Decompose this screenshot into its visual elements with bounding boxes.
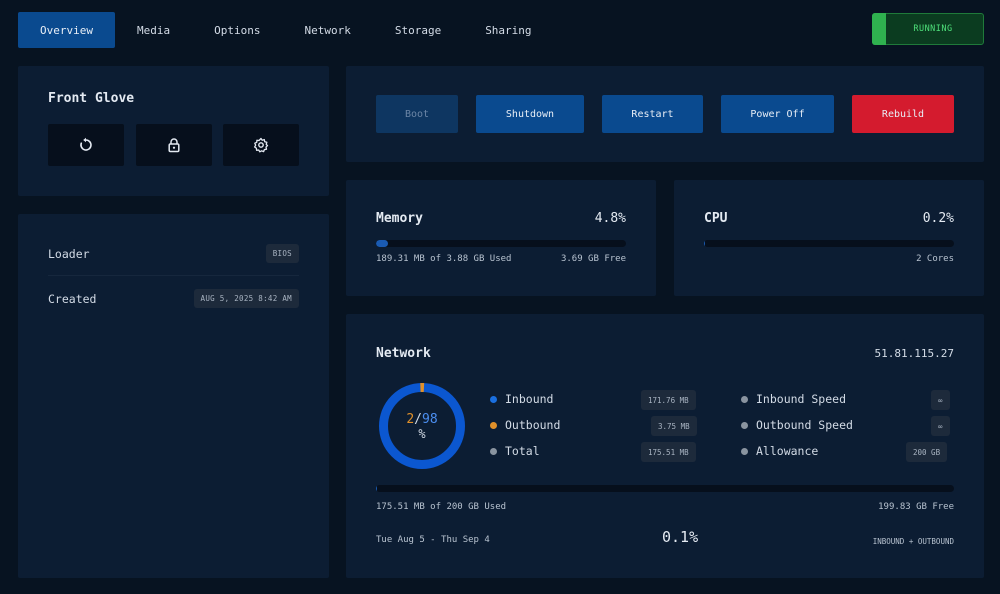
usage-scope: INBOUND + OUTBOUND bbox=[872, 537, 954, 546]
memory-progress-track bbox=[376, 240, 626, 247]
donut-label: 2/98 % bbox=[378, 382, 466, 470]
memory-progress-fill bbox=[376, 240, 388, 247]
vm-info-card: Loader BIOS Created AUG 5, 2025 8:42 AM bbox=[18, 214, 329, 578]
inbound-value: 171.76 MB bbox=[641, 390, 696, 410]
network-usage-track bbox=[376, 485, 954, 492]
memory-used: 189.31 MB of 3.88 GB Used bbox=[376, 254, 512, 264]
cpu-percent: 0.2% bbox=[922, 211, 954, 226]
memory-percent: 4.8% bbox=[594, 211, 626, 226]
cpu-progress-fill bbox=[704, 240, 705, 247]
cpu-title: CPU bbox=[704, 211, 728, 226]
vm-card: Front Glove bbox=[18, 66, 329, 196]
network-usage-percent: 0.1% bbox=[662, 528, 699, 546]
rebuild-button[interactable]: Rebuild bbox=[852, 95, 954, 133]
status-indicator bbox=[872, 13, 886, 45]
network-title: Network bbox=[376, 346, 431, 361]
cpu-cores: 2 Cores bbox=[916, 254, 954, 264]
gear-icon-button[interactable] bbox=[223, 124, 299, 166]
legend-outbound-speed: Outbound Speed bbox=[741, 418, 853, 432]
allowance-value: 200 GB bbox=[906, 442, 948, 462]
inbound-dot bbox=[490, 395, 497, 403]
total-label: Total bbox=[505, 444, 540, 458]
lock-icon bbox=[168, 138, 180, 153]
allowance-dot bbox=[741, 447, 748, 455]
inbound-speed-value: ∞ bbox=[931, 390, 950, 410]
loader-value: BIOS bbox=[265, 244, 299, 263]
info-row-loader: Loader BIOS bbox=[48, 231, 299, 276]
inbound-speed-dot bbox=[741, 395, 748, 403]
memory-card: Memory 4.8% 189.31 MB of 3.88 GB Used 3.… bbox=[346, 180, 656, 296]
outbound-speed-value: ∞ bbox=[931, 416, 950, 436]
gear-icon bbox=[253, 137, 269, 153]
restart-icon bbox=[80, 137, 92, 151]
status-badge: RUNNING bbox=[872, 13, 984, 45]
info-row-created: Created AUG 5, 2025 8:42 AM bbox=[48, 276, 299, 321]
tab-options[interactable]: Options bbox=[192, 12, 282, 48]
outbound-dot bbox=[490, 421, 497, 429]
tab-storage[interactable]: Storage bbox=[373, 12, 463, 48]
power-off-button[interactable]: Power Off bbox=[721, 95, 834, 133]
legend-inbound: Inbound bbox=[490, 392, 553, 406]
donut-remaining-value: 98 bbox=[422, 411, 438, 427]
loader-label: Loader bbox=[48, 246, 90, 261]
legend-total: Total bbox=[490, 444, 540, 458]
power-actions-card: Boot Shutdown Restart Power Off Rebuild bbox=[346, 66, 984, 162]
tab-overview[interactable]: Overview bbox=[18, 12, 115, 48]
donut-unit: % bbox=[418, 426, 426, 441]
status-label: RUNNING bbox=[913, 24, 953, 34]
outbound-speed-label: Outbound Speed bbox=[756, 418, 853, 432]
created-value: AUG 5, 2025 8:42 AM bbox=[193, 289, 299, 308]
cpu-card: CPU 0.2% 2 Cores bbox=[674, 180, 984, 296]
billing-period: Tue Aug 5 - Thu Sep 4 bbox=[376, 535, 490, 545]
network-card: Network 51.81.115.27 2/98 % Inbound 171.… bbox=[346, 314, 984, 578]
legend-outbound: Outbound bbox=[490, 418, 560, 432]
inbound-label: Inbound bbox=[505, 392, 554, 406]
outbound-label: Outbound bbox=[505, 418, 561, 432]
network-free-text: 199.83 GB Free bbox=[878, 502, 954, 512]
cpu-progress-track bbox=[704, 240, 954, 247]
network-ip: 51.81.115.27 bbox=[874, 347, 954, 360]
top-nav: Overview Media Options Network Storage S… bbox=[18, 12, 554, 48]
outbound-value: 3.75 MB bbox=[651, 416, 697, 436]
legend-allowance: Allowance bbox=[741, 444, 818, 458]
total-dot bbox=[490, 447, 497, 455]
allowance-label: Allowance bbox=[756, 444, 819, 458]
lock-icon-button[interactable] bbox=[136, 124, 212, 166]
tab-media[interactable]: Media bbox=[115, 12, 192, 48]
created-label: Created bbox=[48, 291, 97, 306]
donut-used-value: 2 bbox=[406, 411, 415, 427]
network-used-text: 175.51 MB of 200 GB Used bbox=[376, 502, 507, 512]
boot-button[interactable]: Boot bbox=[376, 95, 458, 133]
total-value: 175.51 MB bbox=[641, 442, 696, 462]
legend-inbound-speed: Inbound Speed bbox=[741, 392, 846, 406]
tab-sharing[interactable]: Sharing bbox=[463, 12, 553, 48]
vm-name: Front Glove bbox=[48, 91, 135, 106]
memory-title: Memory bbox=[376, 211, 423, 226]
donut-separator: / bbox=[414, 411, 422, 427]
shutdown-button[interactable]: Shutdown bbox=[476, 95, 584, 133]
tab-network[interactable]: Network bbox=[282, 12, 372, 48]
restart-button[interactable]: Restart bbox=[602, 95, 703, 133]
network-usage-fill bbox=[376, 485, 377, 492]
restart-icon-button[interactable] bbox=[48, 124, 124, 166]
inbound-speed-label: Inbound Speed bbox=[756, 392, 847, 406]
outbound-speed-dot bbox=[741, 421, 748, 429]
memory-free: 3.69 GB Free bbox=[560, 254, 626, 264]
